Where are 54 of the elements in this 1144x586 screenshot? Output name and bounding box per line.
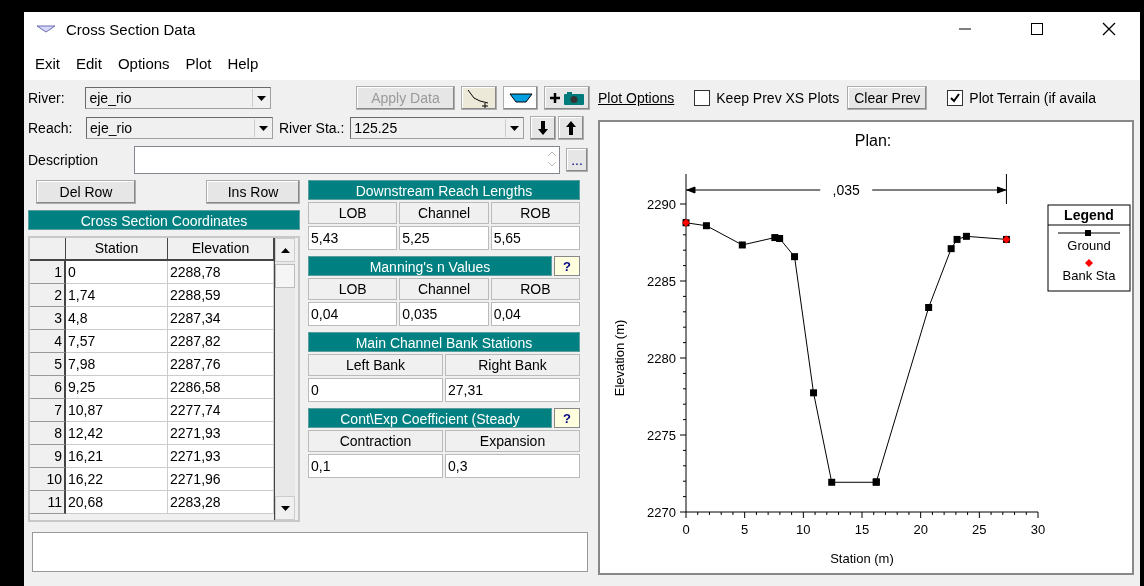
row-number: 2 xyxy=(30,284,66,307)
section-header: Manning's n Values xyxy=(308,256,552,276)
x-tick-label: 30 xyxy=(1030,522,1046,537)
column-header: Contraction xyxy=(308,430,443,452)
row-number: 5 xyxy=(30,353,66,376)
column-header: Station xyxy=(66,238,168,261)
column-header: LOB xyxy=(308,278,398,300)
row-number: 11 xyxy=(30,491,66,514)
legend: Legend Ground Bank Sta xyxy=(1047,204,1131,292)
legend-label: Bank Sta xyxy=(1062,268,1117,283)
row-number: 9 xyxy=(30,445,66,468)
keep-prev-label: Keep Prev XS Plots xyxy=(716,90,840,106)
column-header: Right Bank xyxy=(445,354,580,376)
y-axis-label: Elevation (m) xyxy=(612,319,627,397)
y-tick-label: 2290 xyxy=(647,197,676,212)
x-tick-label: 5 xyxy=(741,522,749,537)
column-header: Channel xyxy=(399,202,489,224)
column-header: Channel xyxy=(399,278,489,300)
x-axis-label: Station (m) xyxy=(830,551,894,566)
x-tick-label: 20 xyxy=(913,522,928,537)
y-tick-label: 2270 xyxy=(647,505,676,520)
roughness-label: ,035 xyxy=(832,182,860,198)
row-number: 8 xyxy=(30,422,66,445)
table-title: Cross Section Coordinates xyxy=(28,210,300,230)
column-header: LOB xyxy=(308,202,398,224)
row-number: 10 xyxy=(30,468,66,491)
section-header: Main Channel Bank Stations xyxy=(308,332,580,352)
column-header: Left Bank xyxy=(308,354,443,376)
row-number: 6 xyxy=(30,376,66,399)
description-label: Description xyxy=(28,152,100,168)
plot-terrain-label: Plot Terrain (if availa xyxy=(969,90,1096,106)
x-tick-label: 15 xyxy=(854,522,870,537)
river-station-label: River Sta.: xyxy=(279,120,345,136)
x-tick-label: 10 xyxy=(796,522,811,537)
section-header: Cont\Exp Coefficient (Steady xyxy=(308,408,552,428)
row-number: 1 xyxy=(30,261,66,284)
y-tick-label: 2285 xyxy=(647,274,676,289)
legend-label: Ground xyxy=(1067,238,1111,253)
column-header: Elevation xyxy=(168,238,274,261)
y-tick-label: 2275 xyxy=(647,428,676,443)
column-header: ROB xyxy=(490,278,580,300)
x-tick-label: 0 xyxy=(682,522,690,537)
y-tick-label: 2280 xyxy=(647,351,676,366)
river-label: River: xyxy=(28,90,66,106)
column-header: Expansion xyxy=(445,430,580,452)
reach-label: Reach: xyxy=(28,120,74,136)
row-number: 3 xyxy=(30,307,66,330)
section-header: Downstream Reach Lengths xyxy=(308,180,580,200)
column-header: ROB xyxy=(490,202,580,224)
x-tick-label: 25 xyxy=(972,522,987,537)
chart-title: Plan: xyxy=(854,132,892,149)
row-number: 4 xyxy=(30,330,66,353)
window-title: Cross Section Data xyxy=(66,20,197,38)
row-number: 7 xyxy=(30,399,66,422)
